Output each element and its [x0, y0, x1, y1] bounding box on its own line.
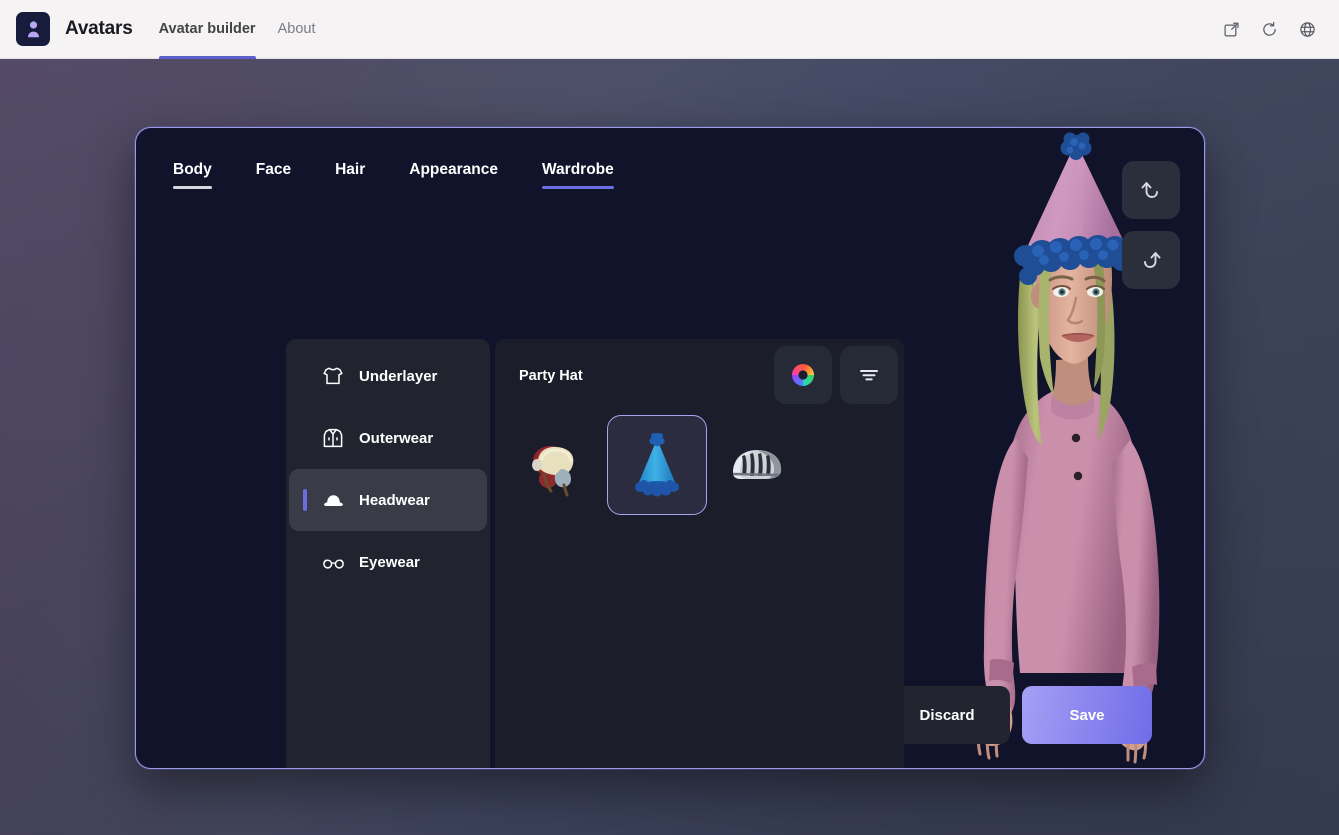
open-in-new-icon[interactable]	[1217, 15, 1245, 43]
panel-tools	[774, 346, 898, 404]
selection-indicator	[303, 489, 307, 511]
redo-icon	[1138, 247, 1164, 273]
tab-label: Hair	[335, 161, 366, 178]
party-hat-thumbnail	[635, 433, 679, 497]
category-item-underlayer[interactable]: Underlayer	[289, 345, 487, 407]
category-item-eyewear[interactable]: Eyewear	[289, 531, 487, 593]
tab-label: Wardrobe	[541, 161, 614, 178]
save-button[interactable]: Save	[1022, 686, 1152, 744]
tab-hair[interactable]: Hair	[335, 161, 365, 189]
undo-button[interactable]	[1122, 161, 1180, 219]
category-item-outerwear[interactable]: Outerwear	[289, 407, 487, 469]
tab-underline	[256, 186, 291, 189]
app-title: Avatars	[65, 18, 133, 39]
hat-icon	[320, 488, 346, 513]
tab-face[interactable]: Face	[256, 161, 291, 189]
jacket-icon	[320, 426, 346, 450]
party-hat-pom	[1060, 132, 1092, 160]
redo-button[interactable]	[1122, 231, 1180, 289]
refresh-icon[interactable]	[1255, 15, 1283, 43]
header-tab-about[interactable]: About	[278, 0, 316, 59]
tab-label: Body	[173, 161, 212, 178]
tshirt-icon	[320, 364, 346, 388]
filter-icon	[856, 362, 882, 388]
brand-logo	[16, 12, 50, 46]
header-tab-avatar-builder[interactable]: Avatar builder	[158, 0, 256, 59]
fur-aviator-hat-thumbnail	[532, 446, 574, 497]
filter-button[interactable]	[840, 346, 898, 404]
item-cell-fur-aviator-hat[interactable]	[507, 415, 607, 515]
avatar-builder-card: Body Face Hair Appearance Wardrobe Under…	[135, 127, 1205, 769]
item-cell-bike-helmet[interactable]	[707, 415, 807, 515]
tab-body[interactable]: Body	[173, 161, 212, 189]
header-tab-label: Avatar builder	[158, 21, 256, 37]
color-wheel-icon	[788, 360, 818, 390]
category-label: Underlayer	[359, 367, 438, 385]
tab-label: Appearance	[409, 161, 498, 178]
globe-icon[interactable]	[1293, 15, 1321, 43]
item-grid	[507, 415, 807, 515]
header-actions	[1217, 15, 1321, 43]
avatar-viewport[interactable]: Discard Save	[904, 128, 1204, 768]
action-bar: Discard Save	[904, 686, 1152, 744]
color-wheel-button[interactable]	[774, 346, 832, 404]
glasses-icon	[320, 550, 346, 575]
person-avatar-icon	[25, 20, 42, 39]
bike-helmet-thumbnail	[732, 450, 782, 479]
tab-wardrobe[interactable]: Wardrobe	[541, 161, 614, 189]
category-rail: Underlayer Outerwear Headwear Eyewear	[286, 339, 490, 768]
category-label: Headwear	[359, 491, 430, 509]
tab-appearance[interactable]: Appearance	[409, 161, 498, 189]
discard-button[interactable]: Discard	[904, 686, 1010, 744]
item-content-panel: Party Hat	[495, 339, 904, 768]
tab-label: Face	[255, 161, 292, 178]
tab-underline	[409, 186, 498, 189]
app-header: Avatars Avatar builder About	[0, 0, 1339, 59]
category-label: Outerwear	[359, 429, 434, 447]
header-tab-label: About	[277, 21, 316, 37]
tab-underline	[541, 186, 614, 189]
undo-icon	[1138, 177, 1164, 203]
item-cell-party-hat[interactable]	[607, 415, 707, 515]
category-item-headwear[interactable]: Headwear	[289, 469, 487, 531]
tab-underline	[335, 186, 365, 189]
tab-underline	[173, 186, 212, 189]
panel-title: Party Hat	[519, 368, 583, 384]
builder-tabs: Body Face Hair Appearance Wardrobe	[173, 161, 614, 189]
category-label: Eyewear	[359, 553, 420, 571]
undo-redo-controls	[1122, 161, 1180, 289]
